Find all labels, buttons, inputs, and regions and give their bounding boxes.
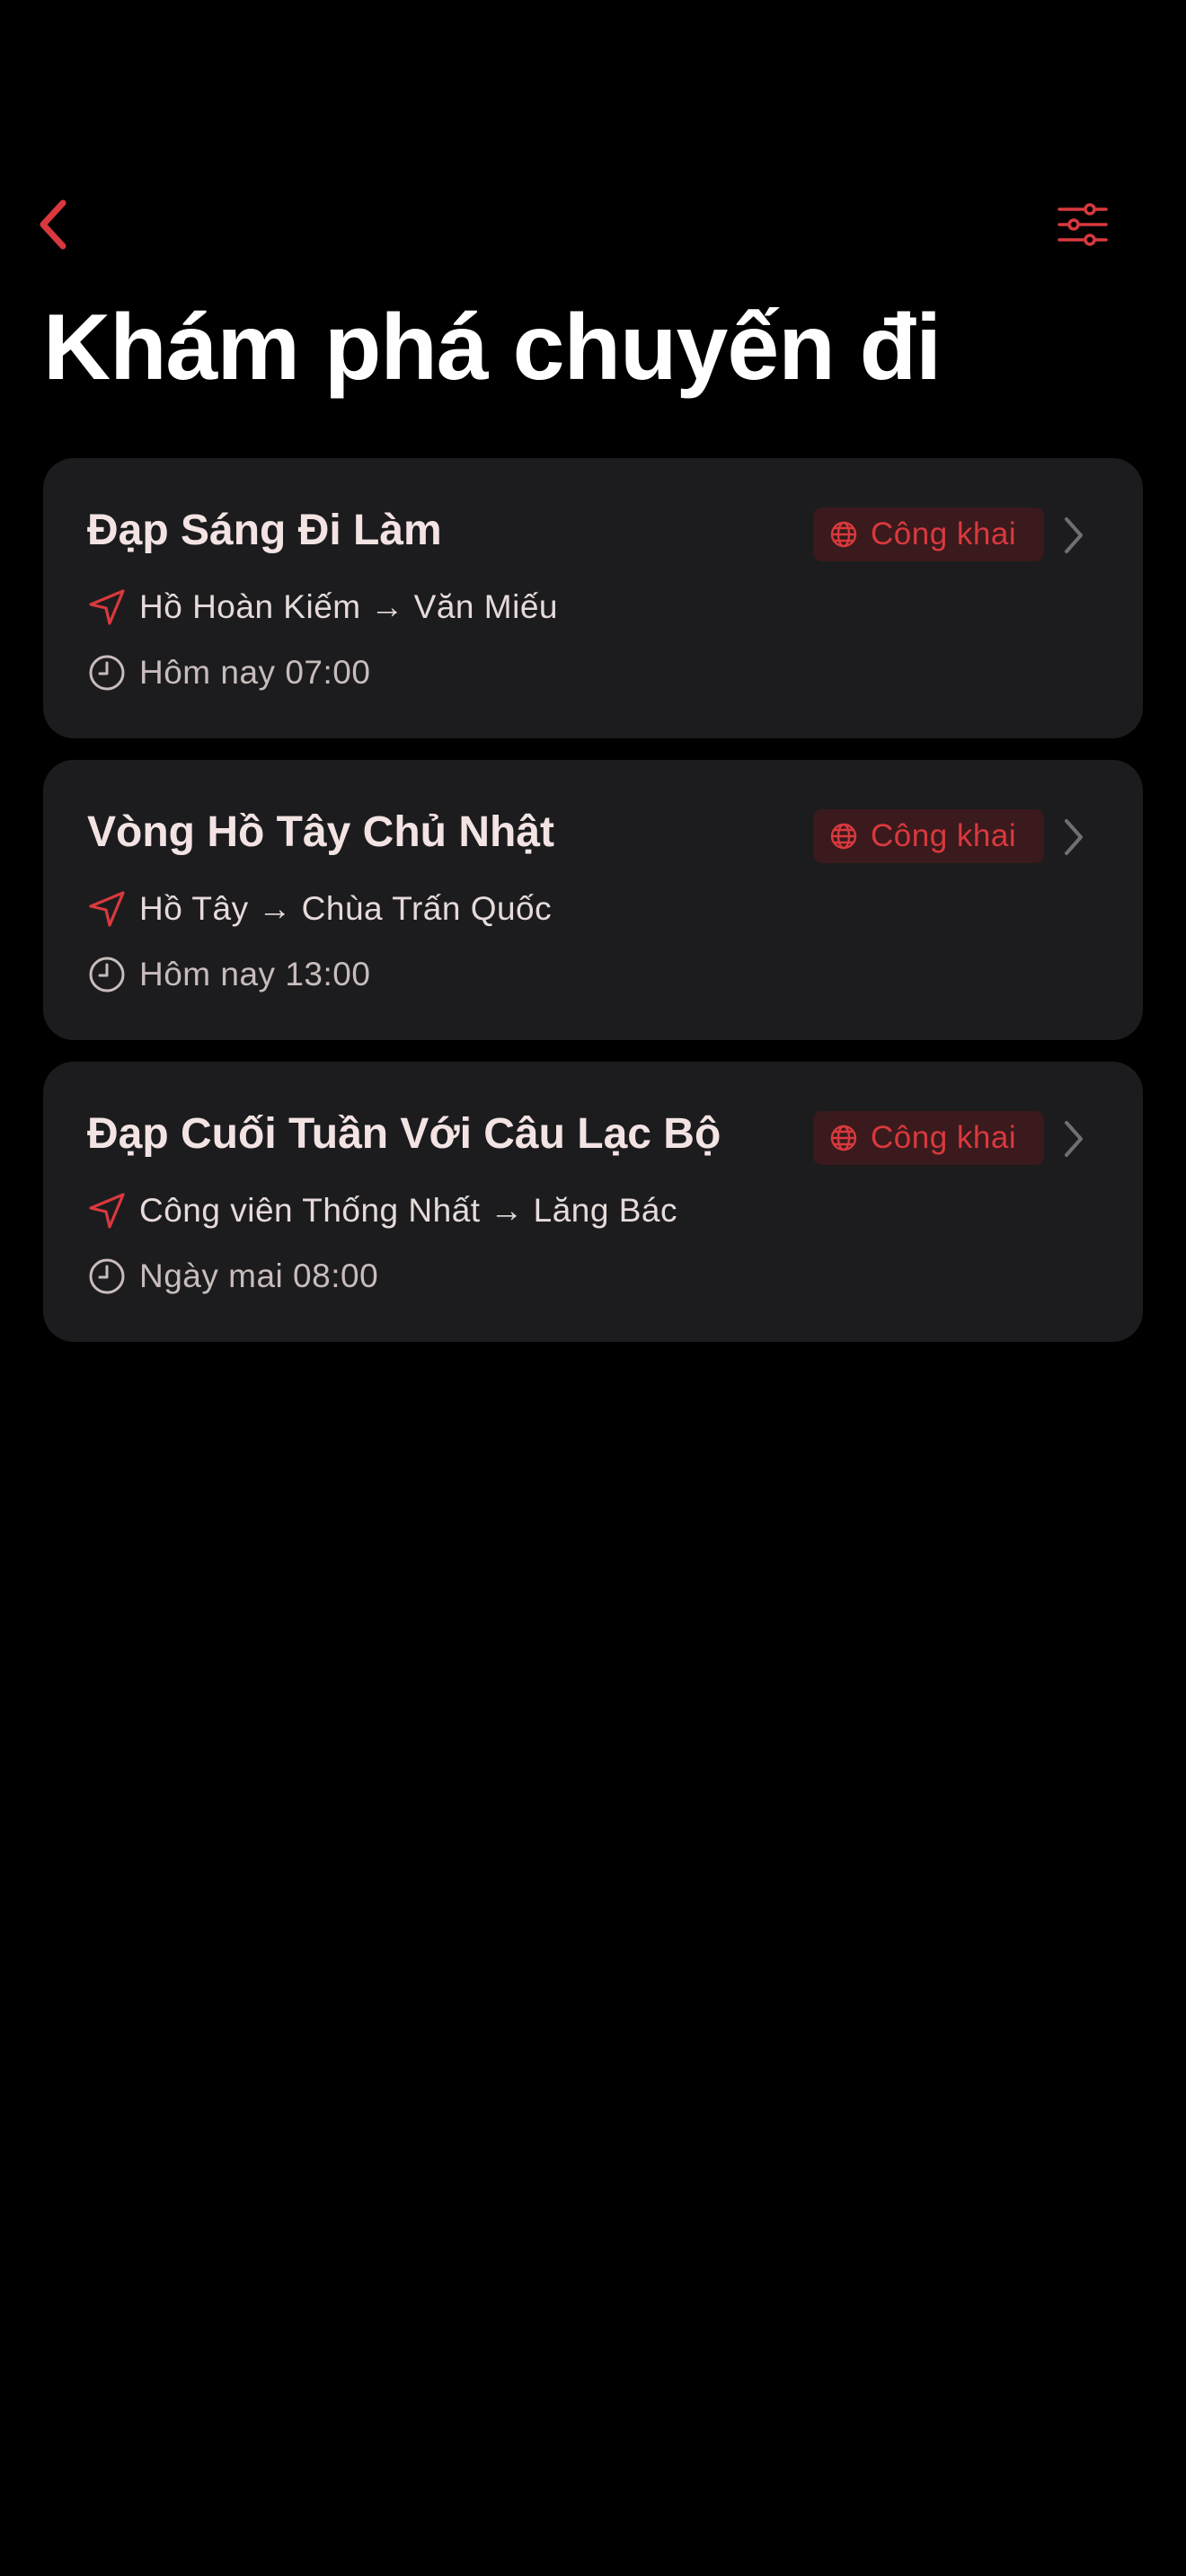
globe-icon: [830, 521, 857, 548]
time-row: Hôm nay 07:00: [87, 651, 370, 694]
time-text: Ngày mai 08:00: [139, 1257, 379, 1294]
chevron-right-icon: [1065, 517, 1083, 553]
globe-icon: [830, 1125, 857, 1151]
trip-title: Vòng Hồ Tây Chủ Nhật: [87, 808, 554, 856]
route-row: Hồ Tây → Chùa Trấn Quốc: [87, 887, 552, 931]
trip-card[interactable]: Vòng Hồ Tây Chủ Nhật Công khai Hồ Tây → …: [43, 760, 1143, 1040]
route-text: Hồ Hoàn Kiếm → Văn Miếu: [139, 588, 558, 625]
badge-label: Công khai: [871, 1120, 1017, 1155]
time-text: Hôm nay 07:00: [139, 654, 371, 691]
location-arrow-icon: [87, 889, 127, 929]
time-text: Hôm nay 13:00: [139, 956, 371, 992]
trip-title: Đạp Sáng Đi Làm: [87, 507, 442, 554]
visibility-badge: Công khai: [813, 1111, 1044, 1165]
route-row: Công viên Thống Nhất → Lăng Bác: [87, 1189, 677, 1232]
route-row: Hồ Hoàn Kiếm → Văn Miếu: [87, 586, 558, 629]
back-button[interactable]: [27, 196, 81, 253]
clock-icon: [87, 955, 127, 994]
chevron-right-icon: [1065, 1121, 1083, 1157]
filter-button[interactable]: [1051, 199, 1114, 250]
trip-card[interactable]: Đạp Cuối Tuần Với Câu Lạc Bộ Công khai C…: [43, 1062, 1143, 1342]
chevron-left-icon: [40, 199, 66, 250]
time-row: Hôm nay 13:00: [87, 953, 370, 996]
visibility-badge: Công khai: [813, 507, 1044, 561]
badge-label: Công khai: [871, 516, 1017, 551]
navigation-bar: [0, 180, 1186, 269]
page-title: Khám phá chuyến đi: [43, 296, 942, 400]
clock-icon: [87, 1257, 127, 1296]
location-arrow-icon: [87, 1191, 127, 1231]
route-text: Công viên Thống Nhất → Lăng Bác: [139, 1192, 677, 1229]
route-text: Hồ Tây → Chùa Trấn Quốc: [139, 890, 553, 927]
clock-icon: [87, 653, 127, 693]
badge-label: Công khai: [871, 818, 1017, 853]
trip-title: Đạp Cuối Tuần Với Câu Lạc Bộ: [87, 1110, 721, 1158]
visibility-badge: Công khai: [813, 809, 1044, 863]
globe-icon: [830, 823, 857, 850]
sliders-icon: [1058, 203, 1108, 246]
trip-list: Đạp Sáng Đi Làm Công khai Hồ Hoàn Kiếm →…: [43, 458, 1143, 1363]
chevron-right-icon: [1065, 819, 1083, 855]
trip-card[interactable]: Đạp Sáng Đi Làm Công khai Hồ Hoàn Kiếm →…: [43, 458, 1143, 738]
time-row: Ngày mai 08:00: [87, 1255, 378, 1298]
location-arrow-icon: [87, 587, 127, 627]
